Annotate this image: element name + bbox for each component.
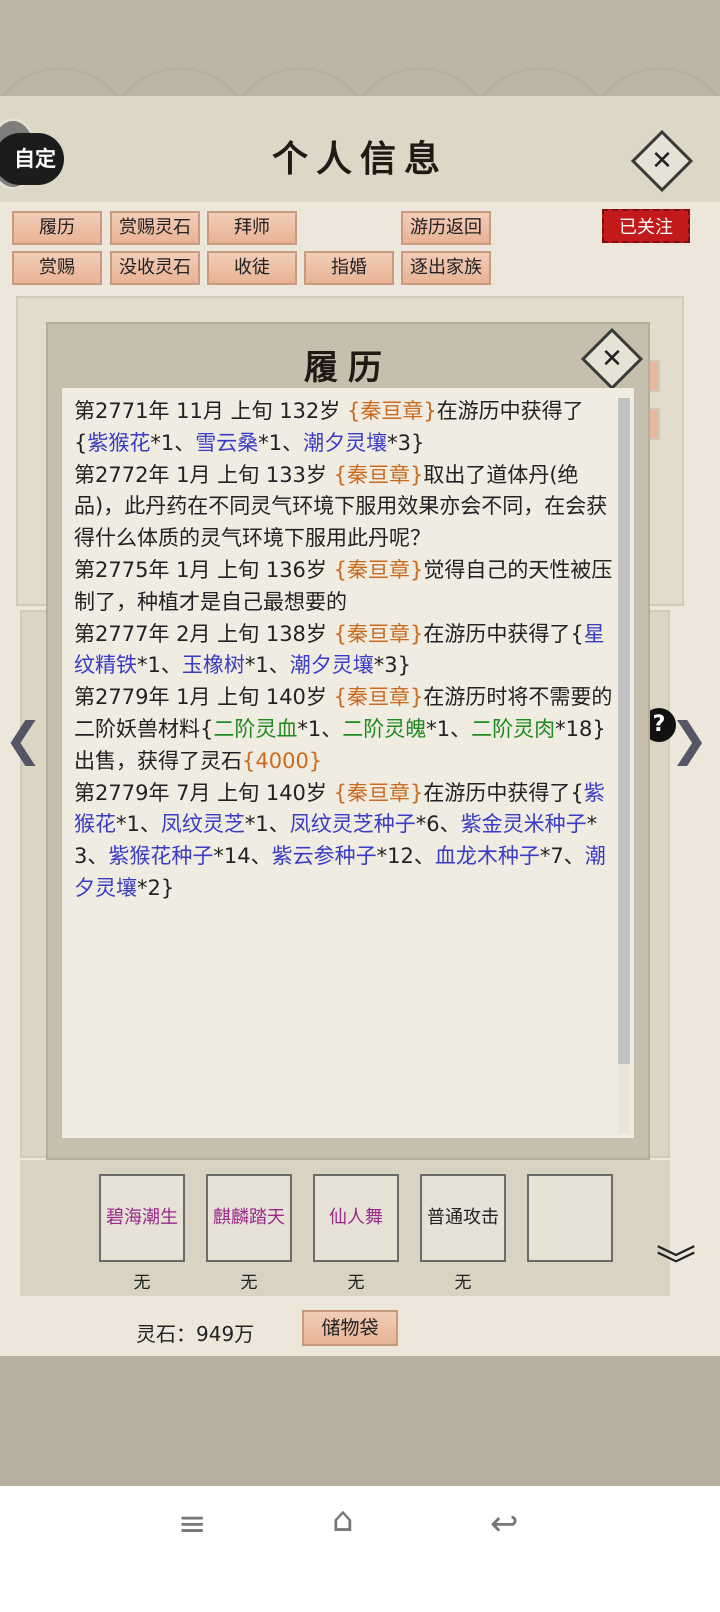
- confiscate-stones-button[interactable]: 没收灵石: [110, 251, 200, 285]
- log-entry: 第2779年 7月 上旬 140岁 {秦亘章}在游历中获得了{紫猴花*1、凤纹灵…: [74, 778, 614, 905]
- skill-slot-3[interactable]: 仙人舞: [313, 1174, 399, 1262]
- history-log: 第2771年 11月 上旬 132岁 {秦亘章}在游历中获得了{紫猴花*1、雪云…: [74, 396, 614, 905]
- item-name: 潮夕灵壤: [303, 430, 388, 455]
- back-icon[interactable]: ↩: [490, 1504, 519, 1544]
- page-title: 个人信息: [271, 138, 448, 180]
- storage-bag-button[interactable]: 储物袋: [302, 1310, 398, 1346]
- skill-level: 无: [454, 1273, 472, 1293]
- item-name: 紫金灵米种子: [460, 812, 587, 837]
- item-qty: *1、: [137, 653, 182, 678]
- item-name: 潮夕灵壤: [289, 653, 374, 678]
- menu-icon[interactable]: ≡: [178, 1504, 207, 1544]
- log-entry: 第2772年 1月 上旬 133岁 {秦亘章}取出了道体丹(绝品)，此丹药在不同…: [74, 460, 614, 555]
- become-disciple-button[interactable]: 拜师: [207, 211, 297, 245]
- character-name: {秦亘章}: [333, 557, 424, 582]
- expel-from-clan-button[interactable]: 逐出家族: [401, 251, 491, 285]
- item-qty: *1、: [116, 812, 161, 837]
- log-date: 第2779年 7月 上旬 140岁: [74, 780, 334, 805]
- item-qty: *1、: [297, 716, 343, 741]
- prev-arrow-icon[interactable]: ❮: [4, 712, 43, 766]
- item-name: 凤纹灵芝种子: [289, 812, 416, 837]
- log-date: 第2775年 1月 上旬 136岁: [74, 557, 334, 582]
- top-banner: [0, 0, 720, 96]
- skill-slot-2[interactable]: 麒麟踏天: [206, 1174, 292, 1262]
- item-name: 紫猴花: [87, 430, 151, 455]
- bottom-background: [0, 1356, 720, 1486]
- item-name: 紫云参种子: [271, 844, 377, 869]
- log-entry: 第2771年 11月 上旬 132岁 {秦亘章}在游历中获得了{紫猴花*1、雪云…: [74, 396, 614, 460]
- log-date: 第2779年 1月 上旬 140岁: [74, 685, 334, 710]
- log-text: 在游历中获得了{: [423, 780, 584, 805]
- item-name: 雪云桑: [195, 430, 259, 455]
- expand-chevron-icon[interactable]: ︾: [656, 1246, 696, 1286]
- character-name: {秦亘章}: [346, 399, 437, 423]
- return-from-travel-button[interactable]: 游历返回: [401, 211, 491, 245]
- item-qty: *1、: [150, 430, 196, 455]
- history-button[interactable]: 履历: [12, 211, 102, 245]
- close-icon: ✕: [601, 344, 623, 374]
- item-qty: *1、: [258, 430, 304, 455]
- close-icon: ✕: [651, 146, 673, 176]
- log-entry: 第2779年 1月 上旬 140岁 {秦亘章}在游历时将不需要的二阶妖兽材料{二…: [74, 682, 614, 777]
- item-qty: *1、: [244, 812, 290, 837]
- character-name: {秦亘章}: [333, 621, 424, 646]
- skill-name: 碧海潮生: [106, 1207, 178, 1228]
- log-date: 第2772年 1月 上旬 133岁: [74, 462, 334, 487]
- accept-disciple-button[interactable]: 收徒: [207, 251, 297, 285]
- reward-stones-button[interactable]: 赏赐灵石: [110, 211, 200, 245]
- material-name: 二阶灵肉: [471, 716, 556, 741]
- system-nav-bar: [0, 1486, 720, 1612]
- item-qty: *1、: [244, 653, 290, 678]
- followed-badge[interactable]: 已关注: [602, 209, 690, 243]
- item-name: 血龙木种子: [434, 844, 540, 869]
- log-date: 第2771年 11月 上旬 132岁: [74, 399, 347, 423]
- arrange-marriage-button[interactable]: 指婚: [304, 251, 394, 285]
- item-name: 凤纹灵芝: [160, 812, 245, 837]
- item-qty: *14、: [213, 844, 272, 869]
- item-qty: *6、: [415, 812, 461, 837]
- skill-name: 仙人舞: [329, 1207, 383, 1228]
- modal-title: 履历: [304, 348, 392, 388]
- log-entry: 第2777年 2月 上旬 138岁 {秦亘章}在游历中获得了{星纹精铁*1、玉橡…: [74, 619, 614, 683]
- skill-level: 无: [133, 1273, 151, 1293]
- item-qty: *3}: [387, 430, 425, 455]
- item-qty: *12、: [376, 844, 435, 869]
- item-name: 紫猴花种子: [108, 844, 214, 869]
- next-arrow-icon[interactable]: ❯: [670, 712, 709, 766]
- material-name: 二阶灵血: [213, 716, 298, 741]
- skill-slot-5[interactable]: [527, 1174, 613, 1262]
- skill-slot-4[interactable]: 普通攻击: [420, 1174, 506, 1262]
- item-qty: *7、: [539, 844, 585, 869]
- item-qty: *18}: [555, 716, 606, 741]
- log-text: 出售，获得了灵石: [74, 748, 242, 773]
- scrollbar-thumb[interactable]: [618, 398, 630, 1064]
- reward-button[interactable]: 赏赐: [12, 251, 102, 285]
- character-name: {秦亘章}: [333, 780, 424, 805]
- item-qty: *2}: [137, 875, 175, 900]
- skill-slot-1[interactable]: 碧海潮生: [99, 1174, 185, 1262]
- skill-level: 无: [240, 1273, 258, 1293]
- skill-name: 普通攻击: [427, 1207, 499, 1228]
- log-text: 在游历中获得了{: [423, 621, 584, 646]
- spirit-stones-count: 灵石：949万: [136, 1322, 255, 1346]
- character-name: {秦亘章}: [333, 462, 424, 487]
- skill-level: 无: [347, 1273, 365, 1293]
- character-name: {秦亘章}: [333, 685, 424, 710]
- item-qty: *3}: [373, 653, 411, 678]
- skill-name: 麒麟踏天: [213, 1207, 285, 1228]
- reward-amount: {4000}: [242, 748, 323, 773]
- home-icon[interactable]: ⌂: [332, 1500, 354, 1540]
- log-date: 第2777年 2月 上旬 138岁: [74, 621, 334, 646]
- log-entry: 第2775年 1月 上旬 136岁 {秦亘章}觉得自己的天性被压制了，种植才是自…: [74, 555, 614, 619]
- item-name: 玉橡树: [181, 653, 245, 678]
- material-name: 二阶灵魄: [342, 716, 427, 741]
- item-qty: *1、: [426, 716, 472, 741]
